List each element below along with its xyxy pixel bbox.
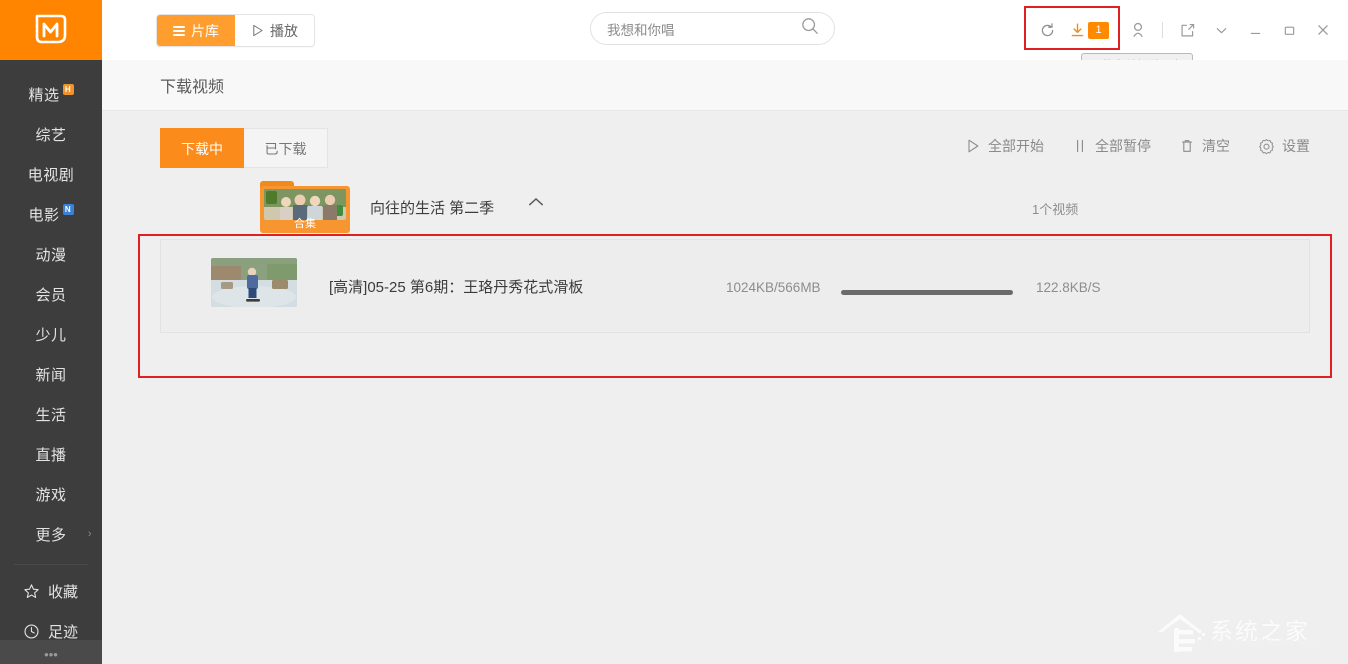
star-icon [22, 582, 40, 600]
download-count-badge[interactable]: 1 [1088, 22, 1109, 39]
sidebar-item-label: 会员 [35, 284, 66, 305]
sidebar-item-youxi[interactable]: 游戏 [0, 474, 102, 514]
toolbar-divider [1162, 22, 1163, 38]
clear-button[interactable]: 清空 [1179, 136, 1230, 156]
app-window: 精选 H 综艺 电视剧 电影 N 动漫 会员 少儿 新闻 [0, 0, 1348, 664]
sidebar-item-gengduo[interactable]: 更多 › [0, 514, 102, 554]
sidebar-nav: 精选 H 综艺 电视剧 电影 N 动漫 会员 少儿 新闻 [0, 60, 102, 554]
sidebar-item-label: 少儿 [35, 324, 66, 345]
sidebar-item-label: 精选 [28, 84, 59, 105]
video-title: [高清]05-25 第6期：王珞丹秀花式滑板 [329, 276, 583, 297]
watermark: 系统之家 XITONGZHIJIA.NET [1154, 602, 1334, 656]
app-logo[interactable] [0, 0, 102, 60]
folder-label: 合集 [260, 215, 350, 231]
sidebar-item-label: 电影 [28, 204, 59, 225]
sidebar-item-jingxuan[interactable]: 精选 H [0, 74, 102, 114]
tab-downloading[interactable]: 下载中 [160, 128, 244, 168]
pause-all-label: 全部暂停 [1095, 136, 1151, 156]
tab-play[interactable]: 播放 [235, 15, 314, 46]
sidebar-item-label: 新闻 [35, 364, 66, 385]
album-folder-thumbnail[interactable]: 合集 [260, 181, 350, 233]
play-icon [965, 138, 981, 154]
content-area: 下载视频 下载中 已下载 全部开始 [102, 60, 1348, 664]
user-icon[interactable] [1121, 13, 1155, 47]
sidebar-footer[interactable]: ••• [0, 640, 102, 664]
start-all-label: 全部开始 [988, 136, 1044, 156]
video-size-progress: 1024KB/566MB [726, 280, 821, 295]
sidebar-item-dongman[interactable]: 动漫 [0, 234, 102, 274]
sidebar-item-label: 生活 [35, 404, 66, 425]
sidebar-item-huiyuan[interactable]: 会员 [0, 274, 102, 314]
sidebar-item-label: 电视剧 [28, 164, 75, 185]
clear-label: 清空 [1202, 136, 1230, 156]
tab-library[interactable]: 片库 [157, 15, 235, 46]
watermark-subtext: XITONGZHIJIA.NET [1212, 638, 1323, 649]
window-controls: 1 [1030, 0, 1340, 60]
start-all-button[interactable]: 全部开始 [965, 136, 1044, 156]
video-download-speed: 122.8KB/S [1036, 280, 1101, 295]
mango-tv-logo-icon [31, 11, 71, 49]
pause-all-button[interactable]: 全部暂停 [1072, 136, 1151, 156]
sidebar-item-dianshiju[interactable]: 电视剧 [0, 154, 102, 194]
feedback-icon[interactable] [1170, 13, 1204, 47]
download-list-panel: [高清]05-25 第6期：王珞丹秀花式滑板 1024KB/566MB 122.… [160, 239, 1310, 333]
page-header: 下载视频 [102, 60, 1348, 111]
mode-segmented-control: 片库 播放 [156, 14, 315, 47]
album-video-count: 1个视频 [1032, 199, 1078, 218]
settings-label: 设置 [1282, 136, 1310, 156]
refresh-icon[interactable] [1030, 13, 1064, 47]
sidebar-item-shaoer[interactable]: 少儿 [0, 314, 102, 354]
album-row: 合集 向往的生活 第二季 1个视频 [102, 181, 1348, 239]
sidebar-item-zongyi[interactable]: 综艺 [0, 114, 102, 154]
pause-icon [1072, 138, 1088, 154]
progress-bar [841, 290, 1013, 295]
sidebar-badge-h: H [63, 84, 74, 95]
sidebar-item-label: 直播 [35, 444, 66, 465]
sidebar-badge-n: N [63, 204, 74, 215]
sidebar-item-dianying[interactable]: 电影 N [0, 194, 102, 234]
sidebar-footer-dots: ••• [0, 640, 102, 664]
sidebar: 精选 H 综艺 电视剧 电影 N 动漫 会员 少儿 新闻 [0, 0, 102, 664]
collapse-caret-icon[interactable] [527, 195, 545, 212]
album-title: 向往的生活 第二季 [370, 197, 494, 218]
sidebar-item-label: 游戏 [35, 484, 66, 505]
search-input[interactable] [605, 20, 800, 37]
sidebar-item-label: 更多 [35, 524, 66, 545]
chevron-right-icon: › [88, 528, 92, 540]
maximize-icon[interactable] [1272, 13, 1306, 47]
chevron-down-icon[interactable] [1204, 13, 1238, 47]
gear-icon [1258, 138, 1275, 155]
clock-icon [22, 622, 40, 640]
sidebar-item-label: 足迹 [48, 621, 78, 642]
sidebar-divider [14, 564, 88, 565]
minimize-icon[interactable] [1238, 13, 1272, 47]
folder-body-shape: 合集 [260, 186, 350, 233]
sidebar-item-zhibo[interactable]: 直播 [0, 434, 102, 474]
video-thumbnail [211, 258, 297, 307]
top-bar: 片库 播放 [102, 0, 1348, 61]
tab-library-label: 片库 [191, 21, 219, 41]
download-item-row[interactable]: [高清]05-25 第6期：王珞丹秀花式滑板 1024KB/566MB 122.… [161, 240, 1309, 332]
tab-play-label: 播放 [270, 21, 298, 41]
download-tab-row: 下载中 已下载 全部开始 [102, 128, 1348, 173]
play-icon [251, 24, 264, 37]
sidebar-item-label: 收藏 [48, 581, 78, 602]
page-title: 下载视频 [160, 73, 224, 97]
sidebar-item-favorites[interactable]: 收藏 [0, 571, 102, 611]
sidebar-item-label: 动漫 [35, 244, 66, 265]
sidebar-item-xinwen[interactable]: 新闻 [0, 354, 102, 394]
download-tabs: 下载中 已下载 [160, 128, 328, 168]
download-actions: 全部开始 全部暂停 清空 [937, 136, 1310, 156]
search-icon[interactable] [800, 16, 820, 41]
search-box[interactable] [590, 12, 835, 45]
sidebar-item-shenghuo[interactable]: 生活 [0, 394, 102, 434]
trash-icon [1179, 138, 1195, 154]
download-icon[interactable] [1064, 13, 1090, 47]
tab-downloaded[interactable]: 已下载 [244, 128, 328, 168]
settings-button[interactable]: 设置 [1258, 136, 1310, 156]
close-icon[interactable] [1306, 13, 1340, 47]
hamburger-icon [173, 24, 185, 38]
sidebar-item-label: 综艺 [35, 124, 66, 145]
